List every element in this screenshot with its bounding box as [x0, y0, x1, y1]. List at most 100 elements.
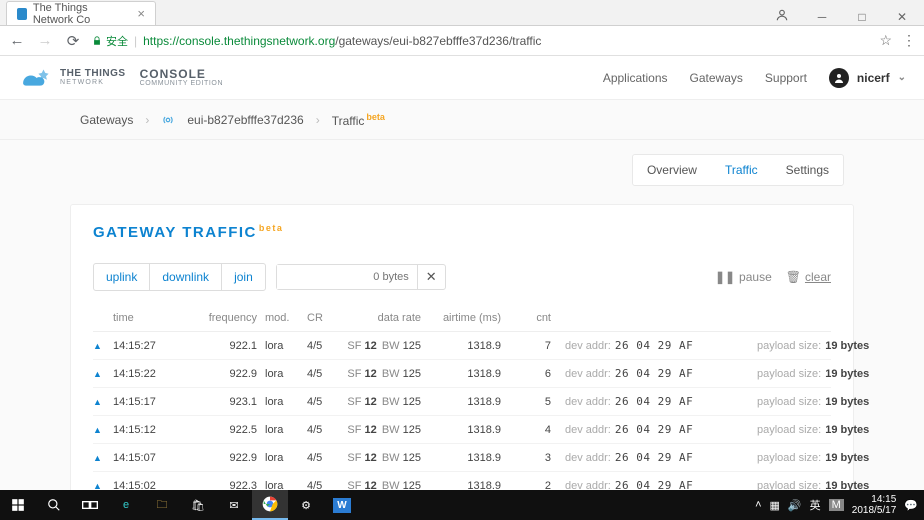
logo[interactable]: THE THINGS NETWORK [18, 67, 126, 89]
crumb-leaf: Trafficbeta [332, 112, 385, 128]
panel-title: GATEWAY TRAFFICbeta [93, 223, 831, 241]
lock-icon [92, 36, 102, 46]
tb-explorer[interactable]: 🗀 [144, 490, 180, 520]
cell-airtime: 1318.9 [421, 340, 501, 352]
tray-m[interactable]: M [829, 499, 844, 511]
tb-word[interactable]: W [324, 490, 360, 520]
cell-time: 14:15:17 [113, 396, 183, 408]
cell-rate: SF 12 BW 125 [341, 396, 421, 408]
search-icon[interactable] [36, 490, 72, 520]
cell-cr: 4/5 [299, 424, 341, 436]
col-cnt: cnt [501, 312, 551, 324]
search-input[interactable] [277, 265, 417, 289]
back-icon[interactable]: ← [8, 32, 26, 49]
cell-cnt: 6 [501, 368, 551, 380]
task-view-icon[interactable] [72, 490, 108, 520]
cell-mod: lora [257, 480, 299, 491]
windows-taskbar: e 🗀 🛍 ✉ ⚙ W ˄ ▦ 🔊 英 M 14:15 2018/5/17 💬 [0, 490, 924, 520]
filter-downlink[interactable]: downlink [150, 264, 222, 290]
cell-rate: SF 12 BW 125 [341, 340, 421, 352]
cell-rate: SF 12 BW 125 [341, 480, 421, 491]
table-row[interactable]: ▲14:15:12922.5lora4/5SF 12 BW 1251318.94… [93, 416, 831, 444]
url-field[interactable]: 安全 | https://console.thethingsnetwork.or… [92, 33, 869, 49]
cell-mod: lora [257, 368, 299, 380]
clear-button[interactable]: 🗑clear [786, 270, 831, 284]
cell-cnt: 5 [501, 396, 551, 408]
traffic-table: time frequency mod. CR data rate airtime… [93, 305, 831, 490]
filter-join[interactable]: join [222, 264, 265, 290]
table-row[interactable]: ▲14:15:07922.9lora4/5SF 12 BW 1251318.93… [93, 444, 831, 472]
start-button[interactable] [0, 490, 36, 520]
tb-mail[interactable]: ✉ [216, 490, 252, 520]
cell-time: 14:15:02 [113, 480, 183, 491]
browser-tab[interactable]: The Things Network Co × [6, 1, 156, 25]
crumb-gateway[interactable]: eui-b827ebfffe37d236 [187, 113, 303, 127]
tb-settings[interactable]: ⚙ [288, 490, 324, 520]
crumb-root[interactable]: Gateways [80, 113, 133, 127]
cell-time: 14:15:07 [113, 452, 183, 464]
pause-button[interactable]: ❚❚pause [715, 270, 772, 284]
tab-traffic[interactable]: Traffic [711, 155, 772, 185]
logo-icon [18, 67, 52, 89]
window-close-icon[interactable]: ✕ [888, 10, 916, 24]
filter-uplink[interactable]: uplink [94, 264, 150, 290]
account-icon[interactable] [768, 8, 796, 25]
cell-mod: lora [257, 340, 299, 352]
nav-gateways[interactable]: Gateways [690, 71, 743, 85]
cell-time: 14:15:27 [113, 340, 183, 352]
secure-badge: 安全 [92, 33, 128, 49]
cell-airtime: 1318.9 [421, 480, 501, 491]
table-row[interactable]: ▲14:15:02922.3lora4/5SF 12 BW 1251318.92… [93, 472, 831, 490]
reload-icon[interactable]: ⟳ [64, 32, 82, 50]
cell-freq: 923.1 [183, 396, 257, 408]
chevron-down-icon: ⌄ [898, 72, 906, 83]
cell-mod: lora [257, 396, 299, 408]
cell-freq: 922.5 [183, 424, 257, 436]
chevron-right-icon: › [145, 113, 149, 127]
col-airtime: airtime (ms) [421, 312, 501, 324]
cell-devaddr: dev addr:26 04 29 AF [551, 423, 751, 436]
clear-search-button[interactable]: ✕ [417, 265, 445, 289]
cell-mod: lora [257, 424, 299, 436]
uplink-icon: ▲ [93, 425, 113, 435]
col-frequency: frequency [183, 312, 257, 324]
window-maximize-icon[interactable]: □ [848, 10, 876, 24]
filter-group: uplink downlink join [93, 263, 266, 291]
user-menu[interactable]: nicerf ⌄ [829, 68, 906, 88]
cell-payload: payload size:19 bytes [751, 396, 871, 408]
cell-airtime: 1318.9 [421, 424, 501, 436]
tb-chrome[interactable] [252, 490, 288, 520]
uplink-icon: ▲ [93, 453, 113, 463]
uplink-icon: ▲ [93, 481, 113, 491]
browser-tab-strip: The Things Network Co × ─ □ ✕ [0, 0, 924, 26]
col-time: time [113, 312, 183, 324]
tray-volume-icon[interactable]: 🔊 [788, 499, 802, 512]
cell-cr: 4/5 [299, 368, 341, 380]
breadcrumb: Gateways › eui-b827ebfffe37d236 › Traffi… [0, 100, 924, 140]
tab-close-icon[interactable]: × [137, 6, 145, 21]
url-host: https://console.thethingsnetwork.org [143, 34, 335, 48]
tab-settings[interactable]: Settings [772, 155, 843, 185]
tb-edge[interactable]: e [108, 490, 144, 520]
nav-applications[interactable]: Applications [603, 71, 668, 85]
table-row[interactable]: ▲14:15:17923.1lora4/5SF 12 BW 1251318.95… [93, 388, 831, 416]
cell-cnt: 3 [501, 452, 551, 464]
gateway-icon [161, 113, 175, 127]
forward-icon[interactable]: → [36, 32, 54, 49]
cell-freq: 922.3 [183, 480, 257, 491]
menu-icon[interactable]: ⋮ [902, 32, 916, 49]
table-row[interactable]: ▲14:15:27922.1lora4/5SF 12 BW 1251318.97… [93, 332, 831, 360]
nav-support[interactable]: Support [765, 71, 807, 85]
notifications-icon[interactable]: 💬 [904, 499, 918, 512]
cell-devaddr: dev addr:26 04 29 AF [551, 395, 751, 408]
tb-store[interactable]: 🛍 [180, 490, 216, 520]
cell-freq: 922.9 [183, 452, 257, 464]
tray-network-icon[interactable]: ▦ [770, 499, 780, 512]
tray-ime[interactable]: 英 [810, 497, 821, 513]
taskbar-clock[interactable]: 14:15 2018/5/17 [852, 494, 897, 516]
window-minimize-icon[interactable]: ─ [808, 10, 836, 24]
bookmark-icon[interactable]: ☆ [879, 32, 892, 49]
table-row[interactable]: ▲14:15:22922.9lora4/5SF 12 BW 1251318.96… [93, 360, 831, 388]
tray-chevron-icon[interactable]: ˄ [755, 499, 761, 511]
tab-overview[interactable]: Overview [633, 155, 711, 185]
